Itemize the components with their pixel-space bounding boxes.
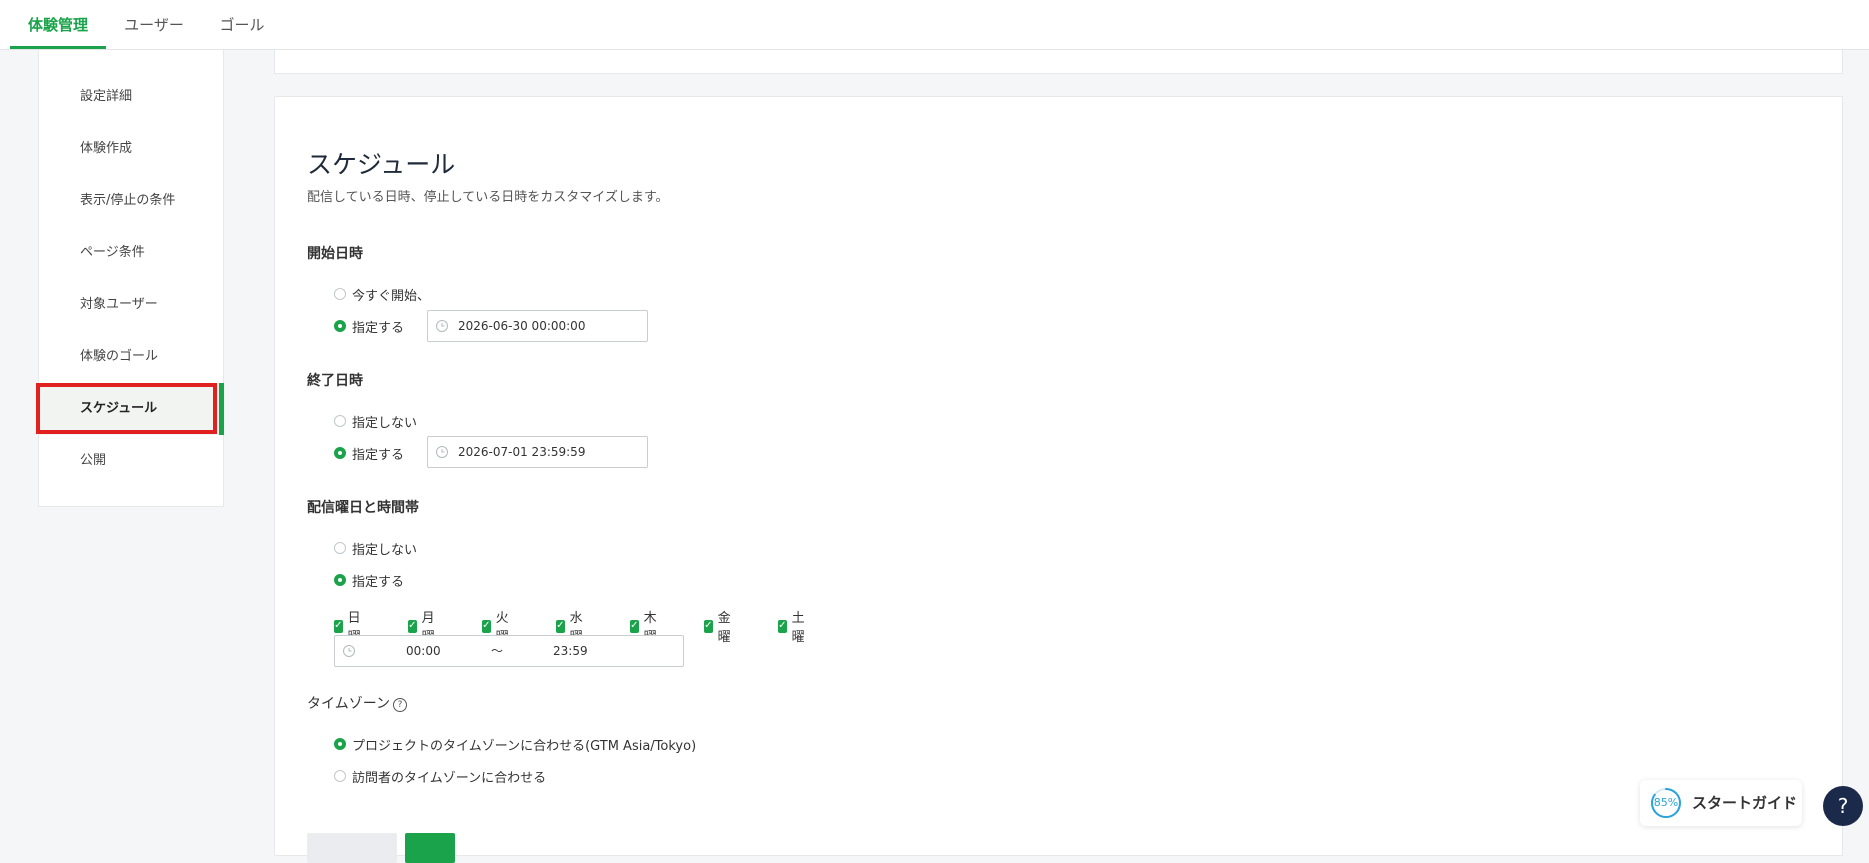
sidebar-item-display-conditions[interactable]: 表示/停止の条件 (39, 175, 225, 227)
radio-checked-icon (334, 574, 346, 586)
checkbox-checked-icon: ✓ (778, 619, 787, 633)
start-datetime-label: 開始日時 (307, 246, 363, 262)
end-datetime-value: 2026-07-01 23:59:59 (458, 445, 586, 459)
end-specify-radio[interactable]: 指定する (334, 444, 405, 463)
radio-label: 今すぐ開始、 (352, 288, 431, 304)
time-to-value[interactable]: 23:59 (553, 636, 588, 666)
radio-checked-icon (334, 320, 346, 332)
radio-unchecked-icon (334, 415, 346, 427)
day-label: 土曜 (791, 611, 805, 645)
start-datetime-value: 2026-06-30 00:00:00 (458, 319, 586, 333)
page-description: 配信している日時、停止している日時をカスタマイズします。 (307, 190, 669, 205)
sidebar-item-create-experience[interactable]: 体験作成 (39, 123, 225, 175)
end-datetime-label: 終了日時 (307, 373, 363, 389)
clock-icon (436, 320, 448, 332)
timezone-visitor-radio[interactable]: 訪問者のタイムゾーンに合わせる (334, 767, 547, 786)
settings-sidebar: 設定詳細 体験作成 表示/停止の条件 ページ条件 対象ユーザー 体験のゴール ス… (38, 50, 225, 507)
secondary-button[interactable] (307, 833, 397, 863)
tab-users[interactable]: ユーザー (116, 0, 192, 50)
day-checkbox-friday[interactable]: ✓ 金曜 (704, 607, 735, 645)
help-button[interactable]: ? (1823, 786, 1863, 826)
clock-icon (343, 645, 355, 657)
radio-unchecked-icon (334, 542, 346, 554)
clock-icon (436, 446, 448, 458)
weekday-timeslot-label: 配信曜日と時間帯 (307, 500, 419, 516)
sidebar-item-schedule[interactable]: スケジュール (39, 383, 225, 435)
sidebar-item-page-conditions[interactable]: ページ条件 (39, 227, 225, 279)
active-tab-underline (10, 46, 106, 49)
sidebar-item-publish[interactable]: 公開 (39, 435, 225, 487)
timezone-project-radio[interactable]: プロジェクトのタイムゾーンに合わせる(GTM Asia/Tokyo) (334, 735, 697, 754)
end-datetime-input[interactable]: 2026-07-01 23:59:59 (427, 436, 648, 468)
time-from-value[interactable]: 00:00 (406, 636, 441, 666)
radio-label: 指定しない (352, 542, 418, 558)
start-now-radio[interactable]: 今すぐ開始、 (334, 285, 431, 304)
start-datetime-input[interactable]: 2026-06-30 00:00:00 (427, 310, 648, 342)
end-none-radio[interactable]: 指定しない (334, 412, 418, 431)
radio-unchecked-icon (334, 288, 346, 300)
schedule-card: スケジュール 配信している日時、停止している日時をカスタマイズします。 開始日時… (274, 96, 1843, 863)
checkbox-checked-icon: ✓ (334, 619, 343, 633)
sidebar-item-settings-detail[interactable]: 設定詳細 (39, 71, 225, 123)
weekday-none-radio[interactable]: 指定しない (334, 539, 418, 558)
primary-button[interactable] (405, 833, 455, 863)
sidebar-item-target-users[interactable]: 対象ユーザー (39, 279, 225, 331)
radio-label: 訪問者のタイムゾーンに合わせる (352, 770, 547, 786)
checkbox-checked-icon: ✓ (704, 619, 713, 633)
radio-label: 指定する (352, 320, 405, 336)
page-title: スケジュール (307, 150, 456, 179)
time-range-input[interactable]: 00:00 〜 23:59 (334, 635, 684, 667)
timezone-label-text: タイムゾーン (307, 696, 391, 712)
weekday-specify-radio[interactable]: 指定する (334, 571, 405, 590)
start-guide-label: スタートガイド (1692, 794, 1798, 812)
radio-label: 指定しない (352, 415, 418, 431)
day-checkbox-saturday[interactable]: ✓ 土曜 (778, 607, 809, 645)
timezone-label: タイムゾーン? (307, 693, 408, 713)
time-separator: 〜 (491, 644, 504, 658)
radio-checked-icon (334, 447, 346, 459)
sidebar-item-experience-goals[interactable]: 体験のゴール (39, 331, 225, 383)
top-navigation: 体験管理 ユーザー ゴール (0, 0, 1869, 50)
radio-label: 指定する (352, 447, 405, 463)
tab-goals[interactable]: ゴール (212, 0, 272, 50)
checkbox-checked-icon: ✓ (408, 619, 417, 633)
checkbox-checked-icon: ✓ (482, 619, 491, 633)
sidebar-active-indicator (219, 383, 224, 435)
radio-unchecked-icon (334, 770, 346, 782)
radio-label: 指定する (352, 574, 405, 590)
radio-checked-icon (334, 738, 346, 750)
checkbox-checked-icon: ✓ (630, 619, 639, 633)
checkbox-checked-icon: ✓ (556, 619, 565, 633)
help-circle-icon[interactable]: ? (393, 698, 408, 712)
day-label: 金曜 (717, 611, 731, 645)
radio-label: プロジェクトのタイムゾーンに合わせる(GTM Asia/Tokyo) (352, 738, 697, 754)
start-specify-radio[interactable]: 指定する (334, 317, 405, 336)
previous-section-card (274, 50, 1843, 74)
tab-experience-management[interactable]: 体験管理 (10, 0, 106, 50)
start-guide-progress: 85% (1653, 796, 1679, 809)
start-guide-button[interactable]: 85% スタートガイド (1640, 780, 1802, 826)
